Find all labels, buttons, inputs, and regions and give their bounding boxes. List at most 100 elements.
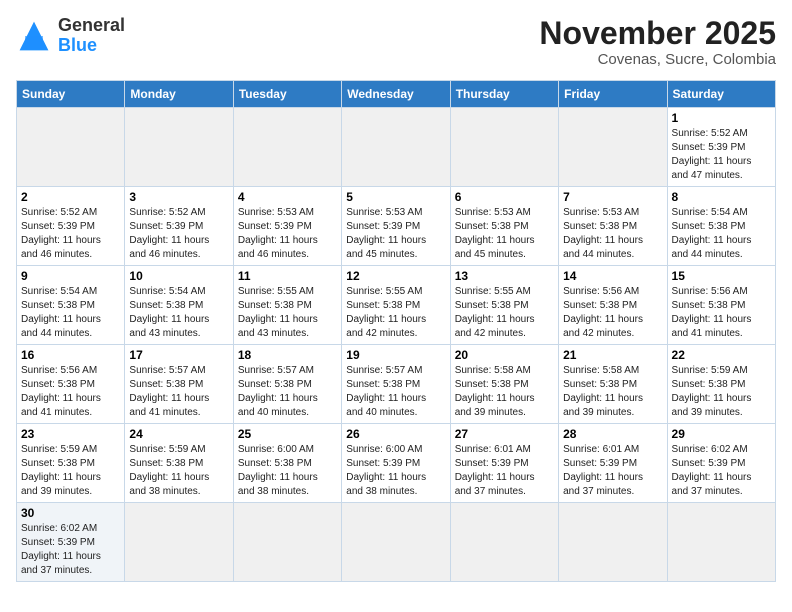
- calendar-day-cell: 30 Sunrise: 6:02 AM Sunset: 5:39 PM Dayli…: [17, 503, 125, 582]
- logo-icon: [16, 18, 52, 54]
- header-row: SundayMondayTuesdayWednesdayThursdayFrid…: [17, 81, 776, 108]
- calendar-day-cell: 10 Sunrise: 5:54 AM Sunset: 5:38 PM Dayli…: [125, 266, 233, 345]
- day-info: Sunrise: 5:56 AM Sunset: 5:38 PM Dayligh…: [672, 285, 771, 341]
- day-number: 29: [672, 427, 771, 441]
- day-number: 6: [455, 190, 554, 204]
- day-number: 24: [129, 427, 228, 441]
- day-info: Sunrise: 5:53 AM Sunset: 5:39 PM Dayligh…: [346, 206, 445, 262]
- calendar-day-cell: 18 Sunrise: 5:57 AM Sunset: 5:38 PM Dayli…: [233, 345, 341, 424]
- weekday-header: Monday: [125, 81, 233, 108]
- day-info: Sunrise: 6:01 AM Sunset: 5:39 PM Dayligh…: [455, 443, 554, 499]
- calendar-day-cell: [342, 108, 450, 187]
- day-number: 14: [563, 269, 662, 283]
- calendar-day-cell: 12 Sunrise: 5:55 AM Sunset: 5:38 PM Dayli…: [342, 266, 450, 345]
- calendar-day-cell: 5 Sunrise: 5:53 AM Sunset: 5:39 PM Daylig…: [342, 187, 450, 266]
- calendar-week-row: 30 Sunrise: 6:02 AM Sunset: 5:39 PM Dayli…: [17, 503, 776, 582]
- day-number: 13: [455, 269, 554, 283]
- calendar-week-row: 2 Sunrise: 5:52 AM Sunset: 5:39 PM Daylig…: [17, 187, 776, 266]
- calendar-day-cell: 25 Sunrise: 6:00 AM Sunset: 5:38 PM Dayli…: [233, 424, 341, 503]
- weekday-header: Wednesday: [342, 81, 450, 108]
- day-number: 16: [21, 348, 120, 362]
- day-info: Sunrise: 5:54 AM Sunset: 5:38 PM Dayligh…: [129, 285, 228, 341]
- day-info: Sunrise: 5:59 AM Sunset: 5:38 PM Dayligh…: [21, 443, 120, 499]
- calendar-day-cell: 2 Sunrise: 5:52 AM Sunset: 5:39 PM Daylig…: [17, 187, 125, 266]
- page-header: GeneralBlue November 2025 Covenas, Sucre…: [16, 16, 776, 68]
- day-number: 8: [672, 190, 771, 204]
- day-info: Sunrise: 5:52 AM Sunset: 5:39 PM Dayligh…: [129, 206, 228, 262]
- calendar-day-cell: 26 Sunrise: 6:00 AM Sunset: 5:39 PM Dayli…: [342, 424, 450, 503]
- day-number: 23: [21, 427, 120, 441]
- day-number: 20: [455, 348, 554, 362]
- calendar-day-cell: 17 Sunrise: 5:57 AM Sunset: 5:38 PM Dayli…: [125, 345, 233, 424]
- calendar-day-cell: 14Sunrise: 5:56 AM Sunset: 5:38 PM Dayli…: [559, 266, 667, 345]
- logo: GeneralBlue: [16, 16, 125, 56]
- day-number: 27: [455, 427, 554, 441]
- day-number: 1: [672, 111, 771, 125]
- day-info: Sunrise: 5:54 AM Sunset: 5:38 PM Dayligh…: [672, 206, 771, 262]
- day-number: 26: [346, 427, 445, 441]
- calendar-day-cell: [125, 503, 233, 582]
- day-info: Sunrise: 5:59 AM Sunset: 5:38 PM Dayligh…: [672, 364, 771, 420]
- calendar-table: SundayMondayTuesdayWednesdayThursdayFrid…: [16, 80, 776, 582]
- day-info: Sunrise: 5:55 AM Sunset: 5:38 PM Dayligh…: [455, 285, 554, 341]
- calendar-day-cell: 1Sunrise: 5:52 AM Sunset: 5:39 PM Daylig…: [667, 108, 775, 187]
- day-number: 10: [129, 269, 228, 283]
- calendar-day-cell: [125, 108, 233, 187]
- calendar-day-cell: 20Sunrise: 5:58 AM Sunset: 5:38 PM Dayli…: [450, 345, 558, 424]
- day-info: Sunrise: 5:54 AM Sunset: 5:38 PM Dayligh…: [21, 285, 120, 341]
- calendar-day-cell: [342, 503, 450, 582]
- calendar-day-cell: 15 Sunrise: 5:56 AM Sunset: 5:38 PM Dayli…: [667, 266, 775, 345]
- calendar-day-cell: [233, 108, 341, 187]
- day-info: Sunrise: 5:57 AM Sunset: 5:38 PM Dayligh…: [346, 364, 445, 420]
- calendar-day-cell: 19 Sunrise: 5:57 AM Sunset: 5:38 PM Dayli…: [342, 345, 450, 424]
- day-info: Sunrise: 5:56 AM Sunset: 5:38 PM Dayligh…: [21, 364, 120, 420]
- day-number: 2: [21, 190, 120, 204]
- location: Covenas, Sucre, Colombia: [539, 51, 776, 68]
- day-number: 22: [672, 348, 771, 362]
- day-number: 7: [563, 190, 662, 204]
- day-info: Sunrise: 6:02 AM Sunset: 5:39 PM Dayligh…: [21, 522, 120, 578]
- calendar-day-cell: 23 Sunrise: 5:59 AM Sunset: 5:38 PM Dayli…: [17, 424, 125, 503]
- calendar-day-cell: 8 Sunrise: 5:54 AM Sunset: 5:38 PM Daylig…: [667, 187, 775, 266]
- calendar-day-cell: 28Sunrise: 6:01 AM Sunset: 5:39 PM Dayli…: [559, 424, 667, 503]
- day-number: 18: [238, 348, 337, 362]
- calendar-day-cell: 11Sunrise: 5:55 AM Sunset: 5:38 PM Dayli…: [233, 266, 341, 345]
- calendar-day-cell: 6Sunrise: 5:53 AM Sunset: 5:38 PM Daylig…: [450, 187, 558, 266]
- day-info: Sunrise: 5:57 AM Sunset: 5:38 PM Dayligh…: [129, 364, 228, 420]
- day-info: Sunrise: 5:57 AM Sunset: 5:38 PM Dayligh…: [238, 364, 337, 420]
- day-info: Sunrise: 6:00 AM Sunset: 5:39 PM Dayligh…: [346, 443, 445, 499]
- calendar-day-cell: [450, 503, 558, 582]
- day-info: Sunrise: 5:58 AM Sunset: 5:38 PM Dayligh…: [563, 364, 662, 420]
- day-info: Sunrise: 5:53 AM Sunset: 5:38 PM Dayligh…: [563, 206, 662, 262]
- day-info: Sunrise: 5:59 AM Sunset: 5:38 PM Dayligh…: [129, 443, 228, 499]
- calendar-day-cell: [450, 108, 558, 187]
- weekday-header: Sunday: [17, 81, 125, 108]
- day-number: 4: [238, 190, 337, 204]
- day-number: 9: [21, 269, 120, 283]
- calendar-week-row: 9 Sunrise: 5:54 AM Sunset: 5:38 PM Daylig…: [17, 266, 776, 345]
- calendar-day-cell: 3Sunrise: 5:52 AM Sunset: 5:39 PM Daylig…: [125, 187, 233, 266]
- day-number: 21: [563, 348, 662, 362]
- month-title: November 2025: [539, 16, 776, 51]
- day-number: 25: [238, 427, 337, 441]
- calendar-day-cell: [17, 108, 125, 187]
- day-number: 15: [672, 269, 771, 283]
- calendar-day-cell: [559, 503, 667, 582]
- weekday-header: Tuesday: [233, 81, 341, 108]
- day-info: Sunrise: 5:55 AM Sunset: 5:38 PM Dayligh…: [346, 285, 445, 341]
- calendar-day-cell: 22 Sunrise: 5:59 AM Sunset: 5:38 PM Dayli…: [667, 345, 775, 424]
- day-info: Sunrise: 6:00 AM Sunset: 5:38 PM Dayligh…: [238, 443, 337, 499]
- calendar-week-row: 16 Sunrise: 5:56 AM Sunset: 5:38 PM Dayli…: [17, 345, 776, 424]
- weekday-header: Saturday: [667, 81, 775, 108]
- day-number: 17: [129, 348, 228, 362]
- calendar-day-cell: [559, 108, 667, 187]
- day-number: 30: [21, 506, 120, 520]
- calendar-day-cell: 21 Sunrise: 5:58 AM Sunset: 5:38 PM Dayli…: [559, 345, 667, 424]
- day-info: Sunrise: 5:52 AM Sunset: 5:39 PM Dayligh…: [21, 206, 120, 262]
- calendar-day-cell: 27 Sunrise: 6:01 AM Sunset: 5:39 PM Dayli…: [450, 424, 558, 503]
- day-number: 5: [346, 190, 445, 204]
- day-number: 19: [346, 348, 445, 362]
- calendar-week-row: 23 Sunrise: 5:59 AM Sunset: 5:38 PM Dayli…: [17, 424, 776, 503]
- calendar-day-cell: 13 Sunrise: 5:55 AM Sunset: 5:38 PM Dayli…: [450, 266, 558, 345]
- day-number: 12: [346, 269, 445, 283]
